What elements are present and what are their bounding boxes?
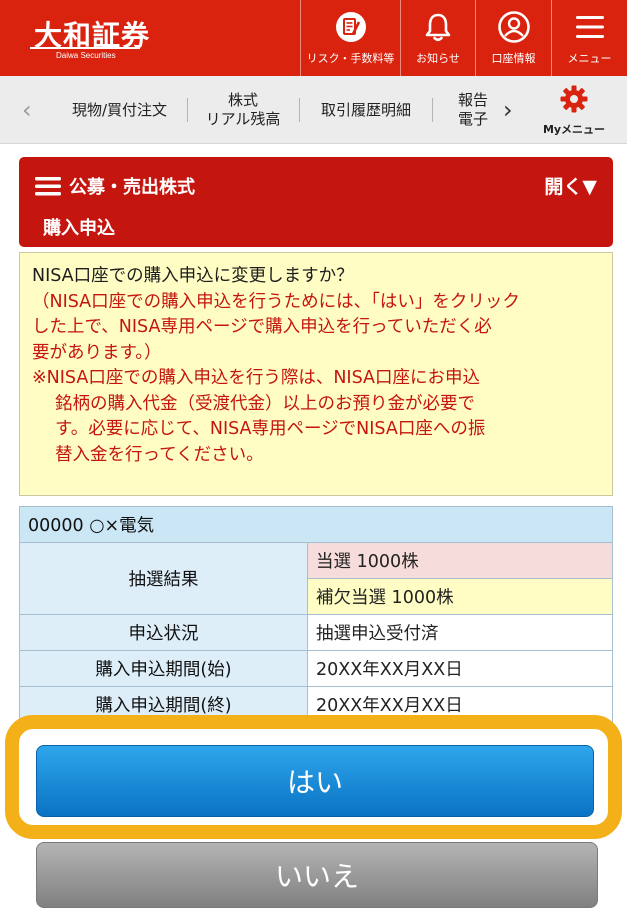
daiwa-logo[interactable]: 大和証券 Daiwa Securities: [0, 0, 300, 76]
menu-label: メニュー: [567, 52, 612, 65]
table-row: 申込状況 抽選申込受付済: [19, 614, 613, 651]
logo-subtext: Daiwa Securities: [56, 51, 116, 60]
table-row: 00000 ○×電気: [19, 506, 613, 543]
no-button[interactable]: いいえ: [36, 842, 598, 908]
app-header: 大和証券 Daiwa Securities リスク・手数料等 お知らせ 口座情報…: [0, 0, 627, 76]
section-title: 公募・売出株式: [69, 177, 195, 198]
my-menu-label: Myメニュー: [542, 123, 606, 136]
account-info-label: 口座情報: [491, 52, 536, 65]
logo-underline: [30, 47, 140, 49]
tab-label: 株式 リアル残高: [206, 91, 281, 129]
quick-nav-tabs: ‹ 現物/買付注文 株式 リアル残高 取引履歴明細 報告 電子 › Myメニュー: [0, 76, 627, 144]
account-info-button[interactable]: 口座情報: [475, 0, 551, 76]
nisa-question: NISA口座での購入申込に変更しますか？: [32, 266, 354, 286]
expand-toggle[interactable]: 開く▼: [544, 172, 597, 199]
application-status-value: 抽選申込受付済: [307, 614, 613, 651]
ipo-section-header[interactable]: 公募・売出株式 開く▼ 購入申込: [19, 157, 613, 247]
period-start-value: 20XX年XX月XX日: [307, 650, 613, 687]
menu-button[interactable]: メニュー: [551, 0, 627, 76]
gear-icon: [559, 84, 589, 118]
tab-label: 取引履歴明細: [320, 100, 411, 119]
notice-paren-line: （NISA口座での購入申込を行うためには、「はい」をクリック: [32, 291, 520, 312]
hamburger-menu-icon: [574, 10, 606, 44]
notice-paren-line: した上で、NISA専用ページで購入申込を行っていただく必: [32, 317, 492, 337]
chevron-right-icon[interactable]: ›: [503, 96, 513, 124]
bell-icon: [423, 10, 453, 44]
tab-label: 報告 電子: [458, 91, 488, 129]
list-menu-icon: [35, 176, 61, 200]
tab-label-line1: 報告: [458, 91, 489, 109]
notice-note-line: す。必要に応じて、NISA専用ページでNISA口座への振: [55, 419, 486, 439]
lottery-substitute-value: 補欠当選 1000株: [307, 578, 613, 615]
document-pen-icon: [334, 10, 368, 44]
application-status-label: 申込状況: [19, 614, 308, 651]
stock-info-table: 00000 ○×電気 抽選結果 当選 1000株 補欠当選 1000株 申込状況…: [19, 506, 613, 723]
notice-note-line: 替入金を行ってください。: [55, 444, 264, 465]
section-subtitle: 購入申込: [43, 218, 115, 239]
notice-note-line: 銘柄の購入代金（受渡代金）以上のお預り金が必要で: [55, 393, 475, 414]
table-row: 抽選結果 当選 1000株: [19, 542, 613, 615]
tab-label-line2: 電子: [458, 110, 489, 128]
notifications-button[interactable]: お知らせ: [400, 0, 475, 76]
tab-transaction-history[interactable]: 取引履歴明細: [300, 76, 432, 144]
notice-paren-line: 要があります。）: [32, 342, 162, 363]
tab-stock-real-balance[interactable]: 株式 リアル残高: [188, 76, 298, 144]
tab-spot-buy-order[interactable]: 現物/買付注文: [52, 76, 187, 144]
tab-label-line2: リアル残高: [205, 110, 281, 128]
risk-fees-button[interactable]: リスク・手数料等: [300, 0, 400, 76]
yes-button[interactable]: はい: [36, 745, 594, 817]
tab-label: 現物/買付注文: [71, 100, 168, 119]
lottery-result-label: 抽選結果: [19, 542, 308, 615]
risk-fees-label: リスク・手数料等: [306, 52, 395, 65]
tab-e-reports[interactable]: 報告 電子: [432, 76, 496, 144]
period-start-label: 購入申込期間(始): [19, 650, 308, 687]
notice-note-line: ※NISA口座での購入申込を行う際は、NISA口座にお申込: [32, 368, 480, 388]
user-circle-icon: [497, 10, 531, 44]
tab-label-line1: 株式: [227, 91, 258, 109]
notifications-label: お知らせ: [416, 52, 460, 65]
nisa-notice-box: NISA口座での購入申込に変更しますか？ （NISA口座での購入申込を行うために…: [19, 252, 613, 496]
table-row: 購入申込期間(始) 20XX年XX月XX日: [19, 650, 613, 687]
stock-name: 00000 ○×電気: [19, 506, 613, 543]
chevron-left-icon[interactable]: ‹: [22, 96, 32, 124]
lottery-result-value: 当選 1000株: [307, 542, 613, 579]
my-menu-button[interactable]: Myメニュー: [538, 84, 610, 140]
